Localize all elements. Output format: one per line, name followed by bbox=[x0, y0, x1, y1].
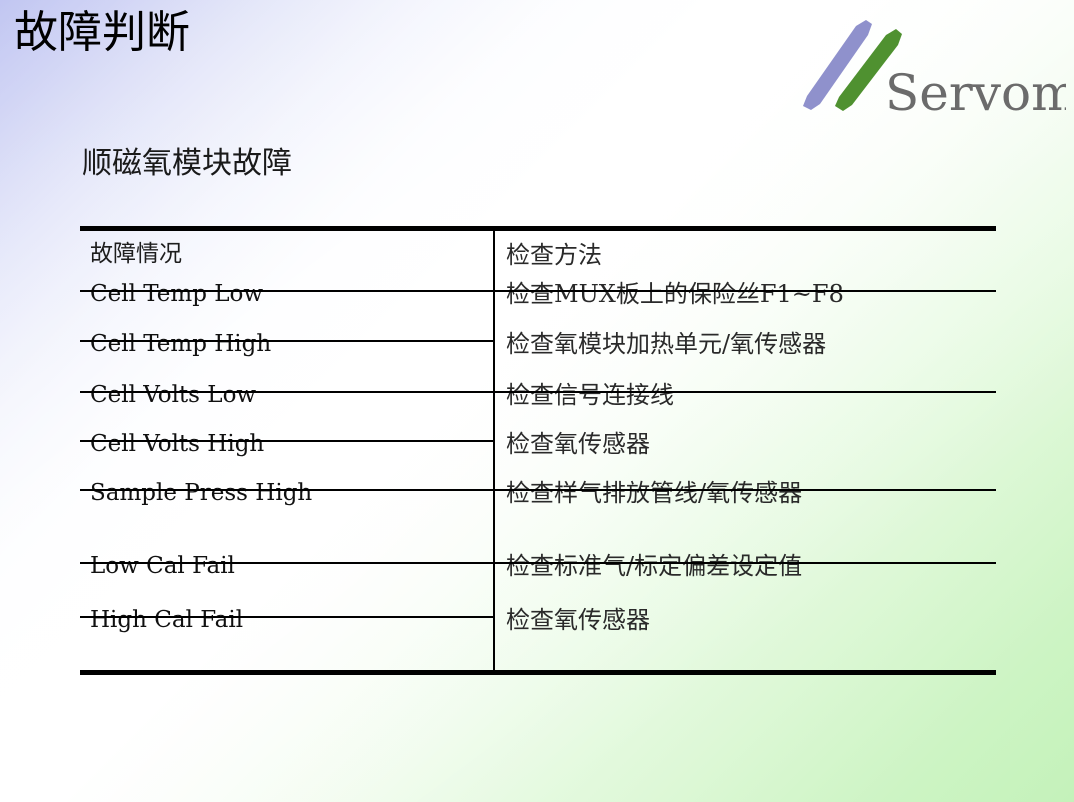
cell-fault: High Cal Fail bbox=[80, 596, 494, 651]
cell-fault: Cell Temp High bbox=[80, 320, 494, 371]
slide-subtitle: 顺磁氧模块故障 bbox=[82, 146, 292, 181]
cell-fault: Cell Volts Low bbox=[80, 371, 494, 420]
fault-label: Cell Volts High bbox=[90, 431, 265, 457]
check-label: 检查氧传感器 bbox=[506, 606, 650, 634]
check-label: 检查标准气/标定偏差设定值 bbox=[506, 552, 803, 580]
cell-check: 检查氧传感器 bbox=[494, 420, 996, 469]
table-row: Cell Temp Low 检查MUX板上的保险丝F1~F8 bbox=[80, 270, 996, 320]
cell-fault: Cell Temp Low bbox=[80, 270, 494, 320]
cell-check: 检查氧模块加热单元/氧传感器 bbox=[494, 320, 996, 371]
table-row: Cell Volts Low 检查信号连接线 bbox=[80, 371, 996, 420]
table-header-cell-fault: 故障情况 bbox=[80, 226, 494, 270]
cell-check: 检查MUX板上的保险丝F1~F8 bbox=[494, 270, 996, 320]
check-label: 检查氧模块加热单元/氧传感器 bbox=[506, 330, 827, 358]
logo-purple-slash bbox=[803, 20, 872, 110]
fault-table-container: 故障情况 检查方法 Cell Temp Low 检查MUX板上的保险丝F1~F8 bbox=[80, 226, 996, 651]
logo-wordmark: Servomex bbox=[885, 64, 1066, 122]
cell-fault: Cell Volts High bbox=[80, 420, 494, 469]
table-row: Cell Volts High 检查氧传感器 bbox=[80, 420, 996, 469]
cell-fault: Low Cal Fail bbox=[80, 542, 494, 596]
cell-check: 检查氧传感器 bbox=[494, 596, 996, 651]
fault-table: 故障情况 检查方法 Cell Temp Low 检查MUX板上的保险丝F1~F8 bbox=[80, 226, 996, 651]
fault-label: Cell Volts Low bbox=[90, 382, 257, 408]
check-label: 检查信号连接线 bbox=[506, 381, 674, 409]
fault-label: Low Cal Fail bbox=[90, 553, 235, 579]
fault-label: Cell Temp Low bbox=[90, 281, 264, 307]
page-title: 故障判断 bbox=[14, 7, 190, 58]
cell-fault: Sample Press High bbox=[80, 469, 494, 542]
cell-check: 检查样气排放管线/氧传感器 bbox=[494, 469, 996, 542]
table-row: High Cal Fail 检查氧传感器 bbox=[80, 596, 996, 651]
table-bottom-border bbox=[80, 670, 996, 675]
slide-canvas: 故障判断 Servomex 顺磁氧模块故障 bbox=[0, 0, 1074, 802]
table-row: Cell Temp High 检查氧模块加热单元/氧传感器 bbox=[80, 320, 996, 371]
table-row: Sample Press High 检查样气排放管线/氧传感器 bbox=[80, 469, 996, 542]
check-label: 检查样气排放管线/氧传感器 bbox=[506, 479, 803, 507]
column-header-check: 检查方法 bbox=[506, 241, 602, 269]
fault-label: Sample Press High bbox=[90, 480, 313, 506]
check-label: 检查MUX板上的保险丝F1~F8 bbox=[506, 280, 844, 308]
table-header-row: 故障情况 检查方法 bbox=[80, 226, 996, 270]
cell-check: 检查信号连接线 bbox=[494, 371, 996, 420]
servomex-logo: Servomex bbox=[790, 12, 1066, 124]
column-header-fault: 故障情况 bbox=[90, 241, 182, 267]
fault-label: High Cal Fail bbox=[90, 607, 244, 633]
table-row: Low Cal Fail 检查标准气/标定偏差设定值 bbox=[80, 542, 996, 596]
check-label: 检查氧传感器 bbox=[506, 430, 650, 458]
table-header-cell-check: 检查方法 bbox=[494, 226, 996, 270]
fault-label: Cell Temp High bbox=[90, 331, 272, 357]
cell-check: 检查标准气/标定偏差设定值 bbox=[494, 542, 996, 596]
